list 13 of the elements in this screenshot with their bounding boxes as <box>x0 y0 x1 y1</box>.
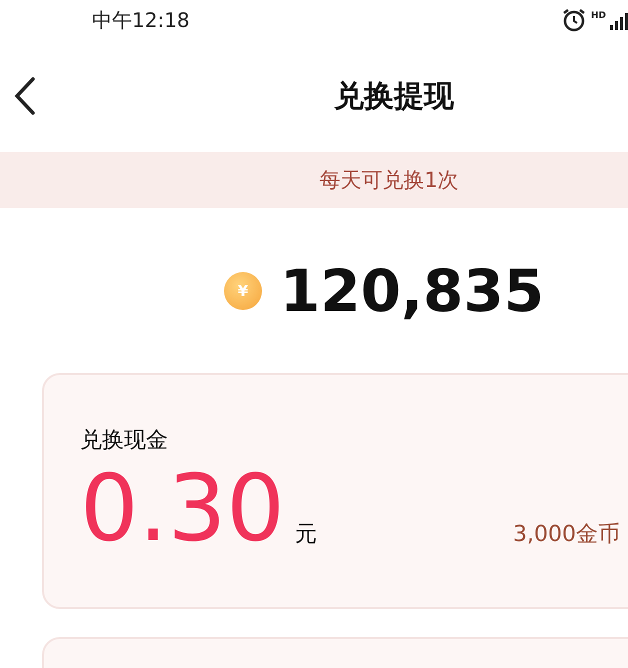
alarm-clock-icon <box>560 7 587 33</box>
card-label: 兑换现金 <box>80 427 169 455</box>
status-time: 中午12:18 <box>92 6 190 34</box>
coin-icon: ¥ <box>224 272 262 310</box>
back-icon <box>14 77 36 115</box>
notice-banner: 每天可兑换1次 <box>0 152 628 208</box>
exchange-card[interactable]: 兑换现金 0.30 元 3,000金币 <box>42 373 628 609</box>
network-label: HD <box>590 11 606 21</box>
coin-cost: 3,000金币 <box>513 521 620 549</box>
unit-label: 元 <box>294 521 317 549</box>
coin-balance: 120,835 <box>280 256 544 324</box>
cash-amount: 0.30 <box>80 463 285 555</box>
page-title: 兑换提现 <box>333 78 455 116</box>
